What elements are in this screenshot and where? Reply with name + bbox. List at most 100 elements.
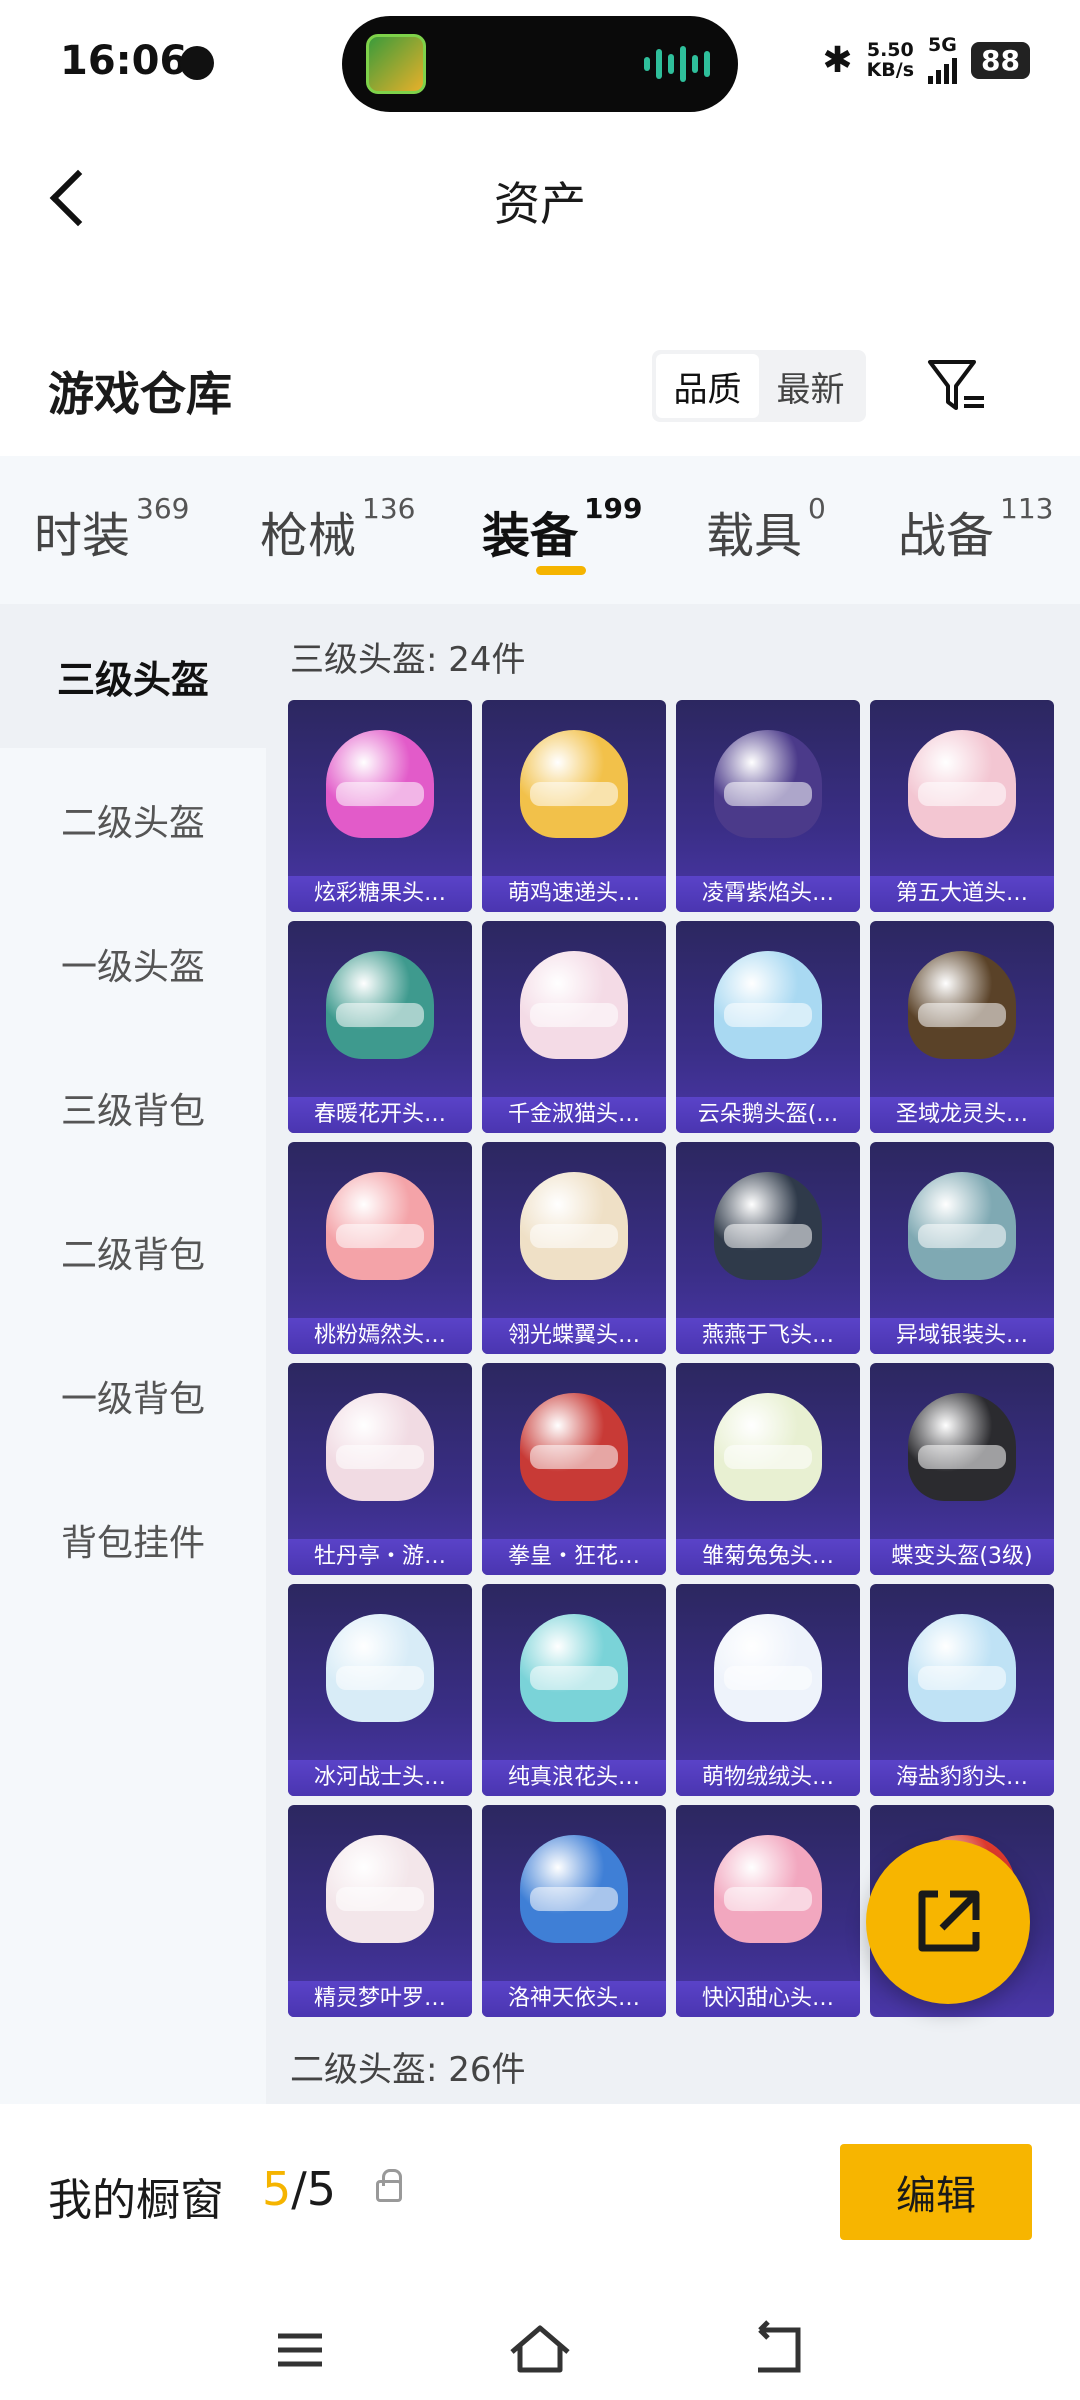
item-name: 春暖花开头… — [288, 1097, 472, 1133]
item-card[interactable]: 千金淑猫头… — [482, 921, 666, 1133]
tab-weapons[interactable]: 枪械 136 — [260, 492, 415, 566]
item-card[interactable]: 洛神天依头… — [482, 1805, 666, 2017]
tab-fashion[interactable]: 时装 369 — [34, 492, 189, 566]
helmet-image — [714, 1393, 822, 1501]
lock-icon — [376, 2169, 402, 2202]
sidebar-item-level2-helmet[interactable]: 二级头盔 — [0, 748, 266, 892]
item-card[interactable]: 蝶变头盔(3级) — [870, 1363, 1054, 1575]
item-name: 纯真浪花头… — [482, 1760, 666, 1796]
item-name: 冰河战士头… — [288, 1760, 472, 1796]
item-card[interactable]: 纯真浪花头… — [482, 1584, 666, 1796]
item-name: 第五大道头… — [870, 876, 1054, 912]
tab-gear[interactable]: 战备 113 — [898, 492, 1053, 566]
sort-quality-button[interactable]: 品质 — [656, 354, 759, 418]
item-name: 拳皇・狂花… — [482, 1539, 666, 1575]
helmet-image — [908, 1614, 1016, 1722]
helmet-image — [908, 1172, 1016, 1280]
showcase-current: 5 — [262, 2162, 292, 2216]
status-time: 16:06 — [60, 38, 188, 84]
item-card[interactable]: 燕燕于飞头… — [676, 1142, 860, 1354]
tab-equipment[interactable]: 装备 199 — [482, 492, 642, 566]
helmet-image — [326, 951, 434, 1059]
share-button[interactable] — [866, 1840, 1030, 2004]
item-name: 燕燕于飞头… — [676, 1318, 860, 1354]
tab-label: 枪械 — [260, 508, 357, 564]
sort-newest-button[interactable]: 最新 — [759, 354, 862, 418]
network-type: 5G — [928, 34, 957, 56]
share-icon — [918, 1890, 980, 1952]
status-bar: 16:06 ✱ 5.50 KB/s 5G 88 — [0, 0, 1080, 130]
item-card[interactable]: 云朵鹅头盔(… — [676, 921, 860, 1133]
return-icon[interactable] — [740, 2320, 820, 2380]
sidebar-item-level1-helmet[interactable]: 一级头盔 — [0, 892, 266, 1036]
item-name: 牡丹亭・游… — [288, 1539, 472, 1575]
menu-icon[interactable] — [260, 2320, 340, 2380]
subcategory-sidebar: 三级头盔 二级头盔 一级头盔 三级背包 二级背包 一级背包 背包挂件 — [0, 604, 266, 2104]
item-name: 萌物绒绒头… — [676, 1760, 860, 1796]
helmet-image — [326, 730, 434, 838]
speed-value: 5.50 — [866, 39, 914, 61]
sidebar-item-level3-helmet[interactable]: 三级头盔 — [0, 604, 266, 748]
sidebar-item-level3-backpack[interactable]: 三级背包 — [0, 1036, 266, 1180]
item-card[interactable]: 第五大道头… — [870, 700, 1054, 912]
edit-button[interactable]: 编辑 — [840, 2144, 1032, 2240]
item-name: 海盐豹豹头… — [870, 1760, 1054, 1796]
item-name: 翎光蝶翼头… — [482, 1318, 666, 1354]
audio-wave-icon — [644, 46, 710, 82]
network-speed: 5.50 KB/s — [867, 40, 914, 80]
tab-vehicles[interactable]: 载具 0 — [706, 492, 826, 566]
tab-count: 369 — [136, 492, 190, 525]
tab-count: 113 — [1000, 492, 1054, 525]
item-card[interactable]: 精灵梦叶罗… — [288, 1805, 472, 2017]
item-card[interactable]: 拳皇・狂花… — [482, 1363, 666, 1575]
helmet-image — [908, 1393, 1016, 1501]
showcase-total: /5 — [291, 2162, 337, 2216]
tab-label: 时装 — [34, 508, 131, 564]
tab-label: 装备 — [482, 508, 579, 564]
item-card[interactable]: 春暖花开头… — [288, 921, 472, 1133]
item-name: 萌鸡速递头… — [482, 876, 666, 912]
showcase-count: 5/5 — [262, 2162, 336, 2216]
helmet-image — [520, 730, 628, 838]
speed-unit: KB/s — [866, 59, 915, 81]
item-card[interactable]: 雏菊兔兔头… — [676, 1363, 860, 1575]
item-card[interactable]: 牡丹亭・游… — [288, 1363, 472, 1575]
helmet-image — [520, 1614, 628, 1722]
helmet-image — [520, 1172, 628, 1280]
tab-label: 载具 — [706, 508, 803, 564]
sidebar-item-level1-backpack[interactable]: 一级背包 — [0, 1324, 266, 1468]
battery-indicator: 88 — [971, 41, 1030, 79]
helmet-image — [714, 1835, 822, 1943]
item-name: 快闪甜心头… — [676, 1981, 860, 2017]
sidebar-item-backpack-charm[interactable]: 背包挂件 — [0, 1468, 266, 1612]
item-card[interactable]: 炫彩糖果头… — [288, 700, 472, 912]
item-name: 云朵鹅头盔(… — [676, 1097, 860, 1133]
helmet-image — [520, 1835, 628, 1943]
item-card[interactable]: 海盐豹豹头… — [870, 1584, 1054, 1796]
item-card[interactable]: 冰河战士头… — [288, 1584, 472, 1796]
group-title: 二级头盔: 26件 — [290, 2050, 526, 2090]
item-name: 桃粉嫣然头… — [288, 1318, 472, 1354]
item-name: 精灵梦叶罗… — [288, 1981, 472, 2017]
dynamic-island[interactable] — [342, 16, 738, 112]
home-icon[interactable] — [500, 2320, 580, 2380]
item-card[interactable]: 异域银装头… — [870, 1142, 1054, 1354]
item-card[interactable]: 快闪甜心头… — [676, 1805, 860, 2017]
group-title: 三级头盔: 24件 — [290, 640, 526, 680]
item-card[interactable]: 圣域龙灵头… — [870, 921, 1054, 1133]
tab-count: 0 — [808, 492, 826, 525]
item-card[interactable]: 凌霄紫焰头… — [676, 700, 860, 912]
sidebar-item-level2-backpack[interactable]: 二级背包 — [0, 1180, 266, 1324]
helmet-image — [326, 1172, 434, 1280]
helmet-image — [326, 1614, 434, 1722]
helmet-image — [714, 951, 822, 1059]
item-card[interactable]: 萌鸡速递头… — [482, 700, 666, 912]
item-card[interactable]: 萌物绒绒头… — [676, 1584, 860, 1796]
tab-count: 199 — [584, 492, 643, 525]
item-card[interactable]: 桃粉嫣然头… — [288, 1142, 472, 1354]
bluetooth-icon: ✱ — [822, 39, 853, 81]
helmet-image — [908, 730, 1016, 838]
item-name: 千金淑猫头… — [482, 1097, 666, 1133]
item-card[interactable]: 翎光蝶翼头… — [482, 1142, 666, 1354]
filter-icon[interactable] — [924, 354, 988, 418]
